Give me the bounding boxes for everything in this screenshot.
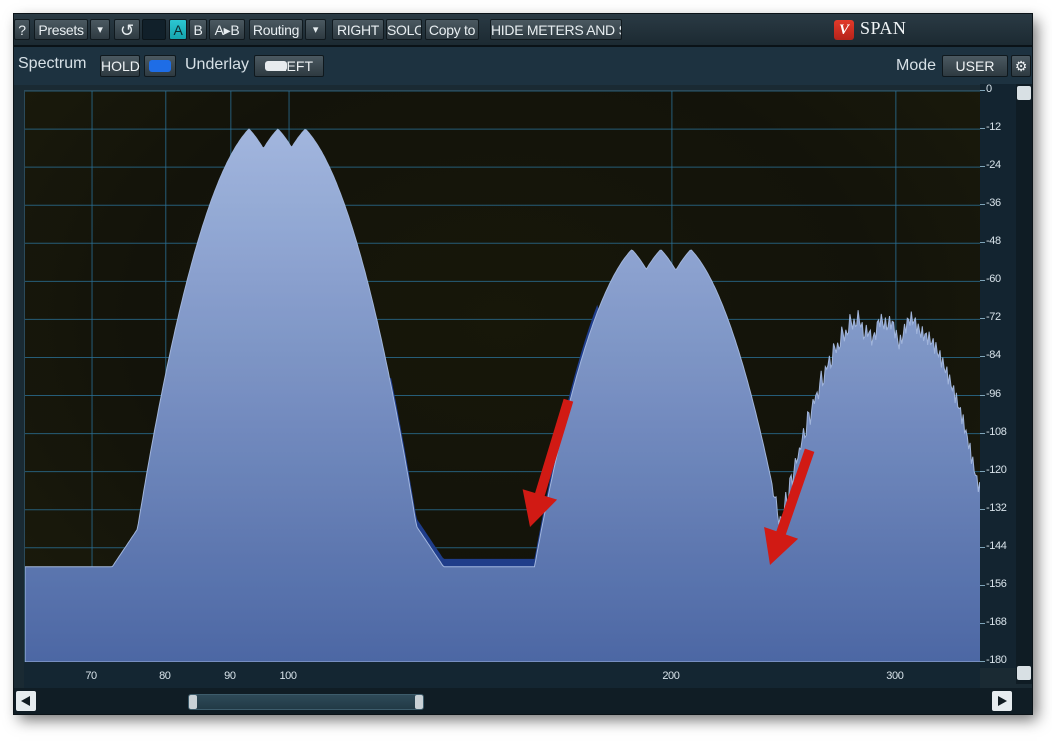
x-tick-label: 100 bbox=[279, 670, 297, 682]
y-tick-label: -108 bbox=[979, 425, 1007, 438]
mode-select[interactable]: USER bbox=[942, 55, 1008, 77]
scroll-left-arrow-icon[interactable] bbox=[16, 691, 36, 711]
solo-button[interactable]: SOLO bbox=[386, 19, 422, 40]
scroll-up-arrow-icon[interactable] bbox=[1017, 86, 1031, 100]
scroll-down-arrow-icon[interactable] bbox=[1017, 666, 1031, 680]
y-tick-label: -168 bbox=[979, 615, 1007, 628]
right-channel-button[interactable]: RIGHT bbox=[332, 19, 384, 40]
mode-label: Mode bbox=[896, 57, 937, 74]
x-tick-label: 200 bbox=[662, 670, 680, 682]
vertical-scrollbar[interactable] bbox=[1016, 84, 1032, 684]
y-tick-label: -24 bbox=[980, 159, 1001, 172]
y-tick-label: -72 bbox=[980, 311, 1001, 324]
y-tick-label: -36 bbox=[980, 197, 1001, 210]
hide-meters-button[interactable]: HIDE METERS AND STATS bbox=[490, 19, 622, 40]
y-tick-label: -12 bbox=[980, 121, 1001, 134]
spectrum-subbar: Spectrum HOLD Underlay LEFT Mode USER ⚙ bbox=[14, 47, 1032, 85]
scroll-thumb-left-handle[interactable] bbox=[189, 695, 197, 709]
underlay-label: Underlay bbox=[185, 56, 250, 73]
copy-a-to-b-button[interactable]: A▸B bbox=[209, 19, 245, 40]
underlay-swatch-white bbox=[265, 61, 287, 71]
toolbar: ? Presets ▾ ↺ A B A▸B Routing ▾ RIGHT SO… bbox=[14, 14, 1032, 47]
y-tick-label: -84 bbox=[980, 349, 1001, 362]
x-tick-label: 90 bbox=[224, 670, 236, 682]
settings-gear-icon[interactable]: ⚙ bbox=[1011, 55, 1031, 77]
hold-button[interactable]: HOLD bbox=[100, 55, 140, 77]
y-tick-label: -60 bbox=[980, 273, 1001, 286]
spectrum-color-swatch[interactable] bbox=[144, 55, 176, 77]
y-axis-db: 0 -12 -24 -36 -48 -60 -72 -84 -96 -108 -120 -132 -14… bbox=[979, 83, 1020, 668]
horizontal-scrollbar[interactable] bbox=[14, 688, 1032, 714]
y-tick-label: -180 bbox=[979, 654, 1007, 666]
help-button[interactable]: ? bbox=[14, 19, 30, 40]
routing-button[interactable]: Routing bbox=[249, 19, 303, 40]
spectrum-label: Spectrum bbox=[18, 55, 87, 72]
y-tick-label: -132 bbox=[979, 501, 1007, 514]
y-tick-label: -120 bbox=[979, 463, 1007, 476]
x-tick-label: 80 bbox=[159, 670, 171, 682]
underlay-left-button[interactable]: LEFT bbox=[254, 55, 324, 77]
color-swatch-blue bbox=[149, 60, 171, 72]
x-tick-label: 70 bbox=[85, 670, 97, 682]
preset-a-button[interactable]: A bbox=[169, 19, 187, 40]
spectrum-chart bbox=[25, 91, 981, 662]
y-tick-label: -96 bbox=[980, 387, 1001, 400]
spectrum-plot[interactable] bbox=[24, 90, 982, 663]
copy-to-button[interactable]: Copy to bbox=[425, 19, 479, 40]
undo-icon[interactable]: ↺ bbox=[114, 19, 140, 40]
scroll-right-arrow-icon[interactable] bbox=[992, 691, 1012, 711]
scroll-thumb-right-handle[interactable] bbox=[415, 695, 423, 709]
presets-button[interactable]: Presets bbox=[34, 19, 88, 40]
redo-blank-button[interactable] bbox=[142, 19, 166, 40]
y-tick-label: -144 bbox=[979, 539, 1007, 552]
span-plugin-window: ? Presets ▾ ↺ A B A▸B Routing ▾ RIGHT SO… bbox=[14, 14, 1032, 714]
y-tick-label: -156 bbox=[979, 577, 1007, 590]
y-tick-label: 0 bbox=[980, 83, 992, 95]
x-tick-label: 300 bbox=[886, 670, 904, 682]
presets-menu-button[interactable]: ▾ bbox=[90, 19, 110, 40]
y-tick-label: -48 bbox=[980, 235, 1001, 248]
preset-b-button[interactable]: B bbox=[189, 19, 207, 40]
routing-menu-button[interactable]: ▾ bbox=[305, 19, 326, 40]
x-axis-frequency: 70 80 90 100 200 300 bbox=[24, 662, 980, 688]
brand-logo-icon: V bbox=[834, 20, 854, 40]
brand-name: SPAN bbox=[860, 18, 907, 38]
horizontal-scroll-thumb[interactable] bbox=[188, 694, 424, 710]
